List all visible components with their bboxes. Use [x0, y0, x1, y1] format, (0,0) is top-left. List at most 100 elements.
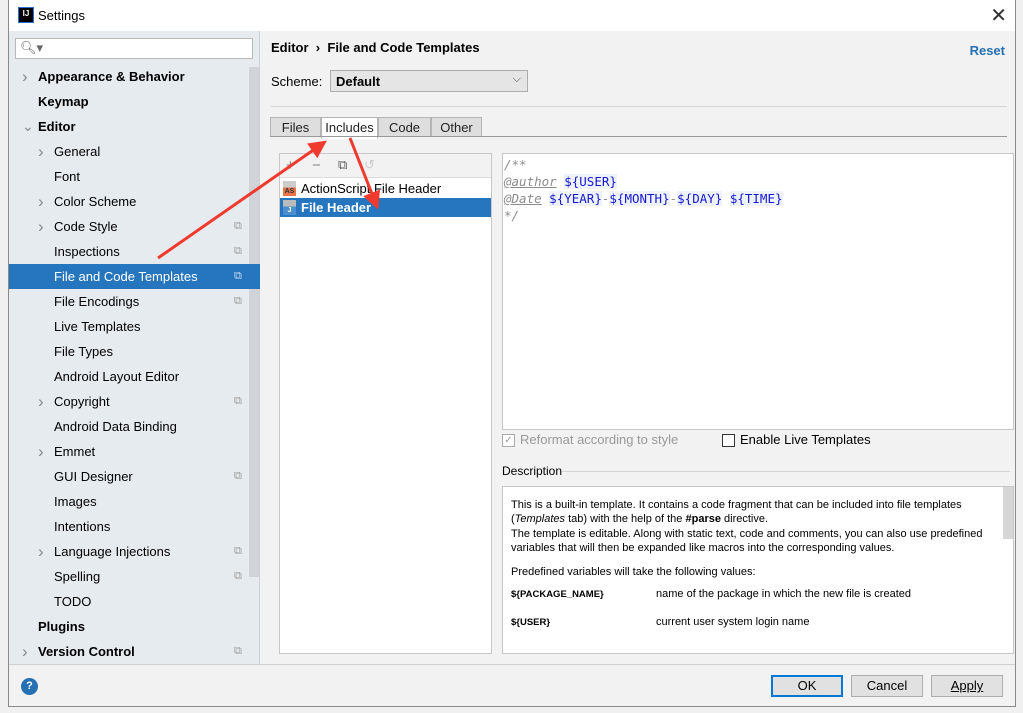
sidebar-item-live-templates[interactable]: Live Templates [9, 314, 260, 339]
sidebar-item-plugins[interactable]: Plugins [9, 614, 260, 639]
chevron-right-icon[interactable]: › [38, 139, 44, 164]
main-panel: Editor › File and Code Templates Reset S… [261, 31, 1015, 664]
variable-row: ${PACKAGE_NAME} name of the package in wh… [511, 587, 1005, 602]
divider [271, 106, 1007, 107]
settings-sidebar: 🔍︎▾ › Appearance & Behavior Keymap ⌄ Editor ›… [9, 31, 260, 664]
desc-text: tab) with the help of the [565, 513, 686, 526]
sidebar-item-file-types[interactable]: File Types [9, 339, 260, 364]
actionscript-file-icon: AS [283, 181, 296, 196]
checkbox-unchecked [722, 434, 735, 447]
reset-icon[interactable]: ↺ [364, 157, 375, 173]
chevron-right-icon[interactable]: › [38, 539, 44, 564]
help-icon[interactable]: ? [21, 678, 38, 695]
sidebar-item-file-and-code-templates[interactable]: File and Code Templates ⧉ [9, 264, 260, 289]
project-scope-icon: ⧉ [234, 245, 242, 257]
chevron-right-icon[interactable]: › [38, 214, 44, 239]
project-scope-icon: ⧉ [234, 295, 242, 307]
chevron-right-icon[interactable]: › [22, 639, 28, 664]
tab-code[interactable]: Code [378, 117, 431, 137]
code-line: /** [504, 157, 527, 172]
chevron-right-icon[interactable]: › [38, 389, 44, 414]
variable-desc: current user system login name [656, 615, 810, 628]
sidebar-item-label: Emmet [54, 444, 96, 459]
breadcrumb-separator: › [315, 40, 321, 55]
checkbox-label: Enable Live Templates [740, 432, 871, 447]
divider [562, 471, 1010, 472]
ok-button[interactable]: OK [771, 675, 843, 697]
chevron-down-icon[interactable]: ⌄ [22, 114, 34, 139]
project-scope-icon: ⧉ [234, 270, 242, 282]
remove-icon[interactable]: − [312, 157, 321, 174]
sidebar-item-android-data-binding[interactable]: Android Data Binding [9, 414, 260, 439]
sidebar-item-todo[interactable]: TODO [9, 589, 260, 614]
list-item-actionscript-file-header[interactable]: AS ActionScript File Header [280, 179, 491, 198]
chevron-right-icon[interactable]: › [38, 439, 44, 464]
settings-search-input[interactable]: 🔍︎▾ [15, 38, 253, 59]
project-scope-icon: ⧉ [234, 570, 242, 582]
desc-text: directive. [720, 513, 769, 526]
scheme-dropdown[interactable]: Default ⌵ [330, 70, 528, 92]
tab-underline [270, 136, 1007, 137]
sidebar-item-label: Language Injections [54, 544, 171, 559]
checkbox-label: Reformat according to style [520, 432, 679, 447]
breadcrumb: Editor › File and Code Templates [271, 40, 480, 55]
sidebar-item-label: Inspections [54, 244, 120, 259]
apply-button[interactable]: Apply [931, 675, 1003, 697]
sidebar-item-code-style[interactable]: › Code Style ⧉ [9, 214, 260, 239]
sidebar-item-label: Android Data Binding [54, 419, 177, 434]
sidebar-item-color-scheme[interactable]: › Color Scheme [9, 189, 260, 214]
sidebar-item-emmet[interactable]: › Emmet [9, 439, 260, 464]
close-icon[interactable]: ✕ [990, 3, 1007, 28]
sidebar-item-label: Appearance & Behavior [38, 69, 185, 84]
sidebar-item-copyright[interactable]: › Copyright ⧉ [9, 389, 260, 414]
sidebar-item-label: Code Style [54, 219, 118, 234]
sidebar-item-label: General [54, 144, 101, 159]
sidebar-item-font[interactable]: Font [9, 164, 260, 189]
list-item-label: File Header [301, 200, 372, 215]
add-icon[interactable]: + [286, 157, 295, 174]
sidebar-item-images[interactable]: Images [9, 489, 260, 514]
reset-link[interactable]: Reset [970, 43, 1005, 58]
tab-files[interactable]: Files [270, 117, 321, 137]
description-panel: This is a built-in template. It contains… [502, 486, 1014, 654]
template-code-editor[interactable]: /** @author ${USER} @Date ${YEAR} -${MONT… [502, 153, 1014, 430]
description-label: Description [502, 464, 563, 478]
sidebar-item-general[interactable]: › General [9, 139, 260, 164]
tab-other[interactable]: Other [431, 117, 482, 137]
sidebar-item-language-injections[interactable]: › Language Injections ⧉ [9, 539, 260, 564]
copy-icon[interactable]: ⧉ [338, 157, 347, 173]
list-toolbar: + − ⧉ ↺ [280, 154, 491, 178]
sidebar-item-inspections[interactable]: Inspections ⧉ [9, 239, 260, 264]
sidebar-item-keymap[interactable]: Keymap [9, 89, 260, 114]
sidebar-item-spelling[interactable]: Spelling ⧉ [9, 564, 260, 589]
description-scrollbar[interactable] [1003, 487, 1013, 539]
sidebar-item-intentions[interactable]: Intentions [9, 514, 260, 539]
sidebar-item-label: Intentions [54, 519, 111, 534]
sidebar-item-label: Keymap [38, 94, 89, 109]
sidebar-item-android-layout-editor[interactable]: Android Layout Editor [9, 364, 260, 389]
scheme-value: Default [336, 74, 381, 89]
project-scope-icon: ⧉ [234, 220, 242, 232]
user-variable: ${USER} [564, 174, 617, 189]
sidebar-item-gui-designer[interactable]: GUI Designer ⧉ [9, 464, 260, 489]
sidebar-item-file-encodings[interactable]: File Encodings ⧉ [9, 289, 260, 314]
sidebar-item-label: Spelling [54, 569, 101, 584]
description-paragraph: The template is editable. Along with sta… [511, 527, 983, 554]
project-scope-icon: ⧉ [234, 645, 242, 657]
variable-name: ${PACKAGE_NAME} [511, 589, 604, 601]
dialog-footer: ? OK Cancel Apply [9, 664, 1015, 707]
description-paragraph: This is a built-in template. It contains… [511, 498, 1005, 527]
project-scope-icon: ⧉ [234, 395, 242, 407]
sidebar-item-editor[interactable]: ⌄ Editor [9, 114, 260, 139]
scheme-label: Scheme: [271, 74, 323, 89]
cancel-button[interactable]: Cancel [851, 675, 923, 697]
chevron-right-icon[interactable]: › [38, 189, 44, 214]
chevron-right-icon[interactable]: › [22, 64, 28, 89]
sidebar-item-label: File Encodings [54, 294, 140, 309]
sidebar-item-label: Plugins [38, 619, 85, 634]
window-title: Settings [38, 8, 85, 23]
sidebar-item-label: Android Layout Editor [54, 369, 180, 384]
sidebar-item-version-control[interactable]: › Version Control ⧉ [9, 639, 260, 664]
sidebar-item-appearance-behavior[interactable]: › Appearance & Behavior [9, 64, 260, 89]
list-item-file-header[interactable]: J File Header [280, 198, 491, 217]
